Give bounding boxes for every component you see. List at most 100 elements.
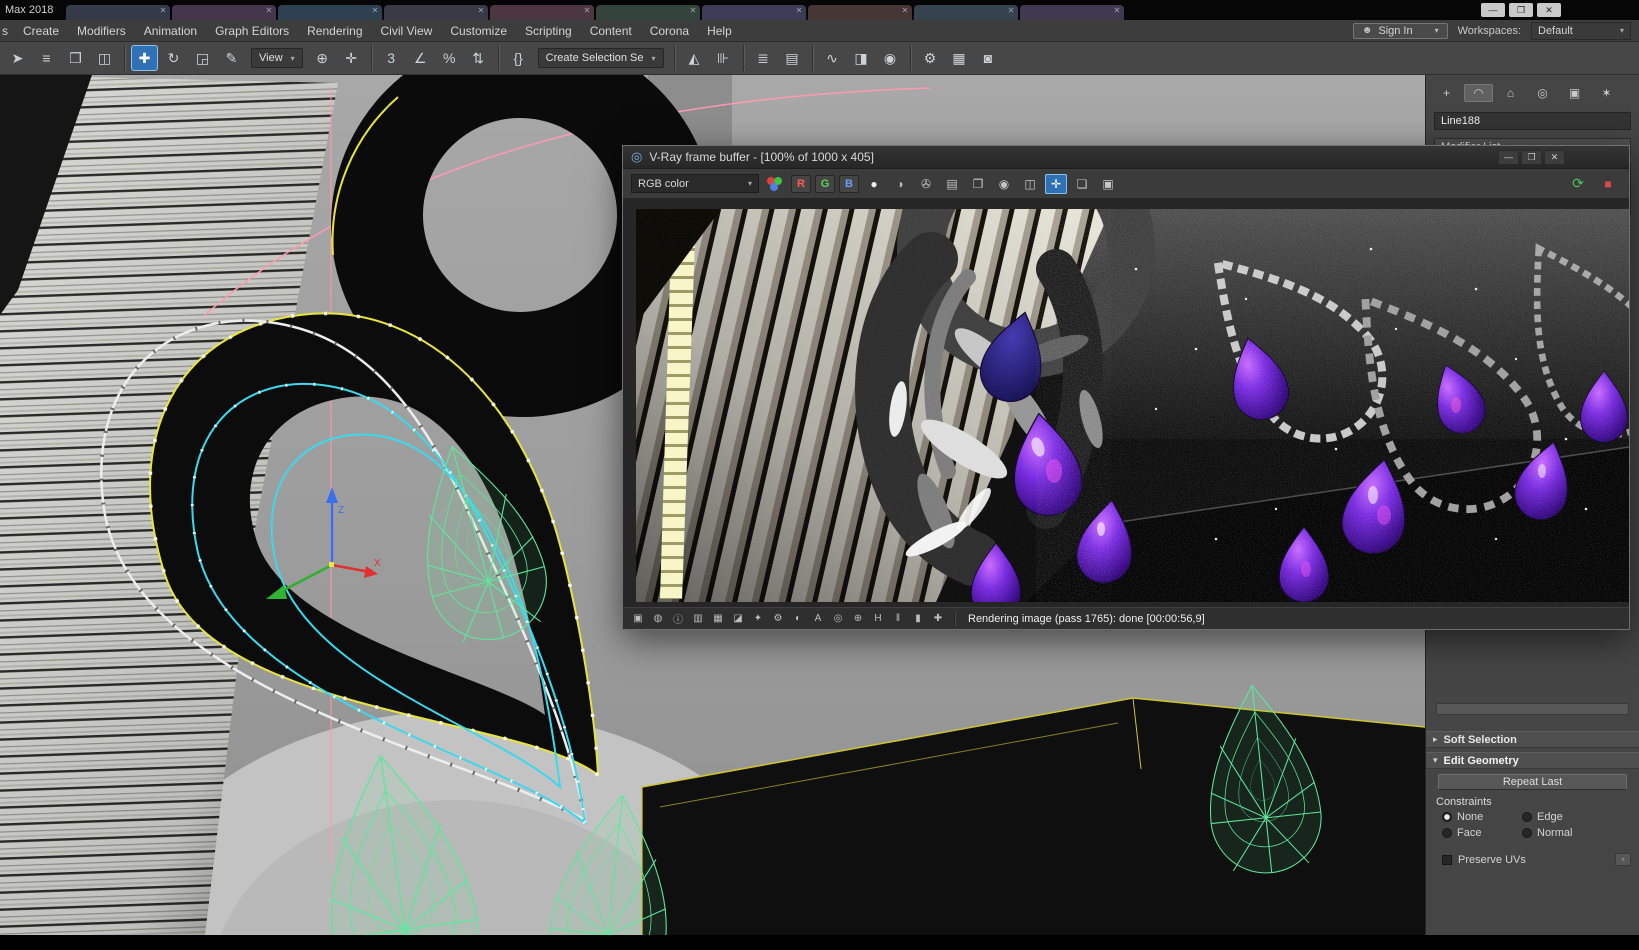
percent-snap-icon[interactable]: %	[436, 45, 463, 71]
menu-corona[interactable]: Corona	[641, 20, 698, 41]
background-tab[interactable]: ✕	[1020, 5, 1124, 20]
snap-3d-icon[interactable]: 3	[378, 45, 405, 71]
vfb-channel-dropdown[interactable]: RGB color ▾	[631, 174, 759, 193]
rotate-icon[interactable]: ↻	[160, 45, 187, 71]
preserve-uvs-settings-button[interactable]: ▫	[1615, 853, 1631, 866]
select-by-name-icon[interactable]: ≡	[33, 45, 60, 71]
background-tab[interactable]: ✕	[66, 5, 170, 20]
window-crossing-icon[interactable]: ◫	[91, 45, 118, 71]
align-icon[interactable]: ⊪	[710, 45, 737, 71]
constraint-normal-radio[interactable]: Normal	[1522, 827, 1639, 839]
tab-close-icon[interactable]: ✕	[266, 6, 273, 15]
radio-icon[interactable]	[1522, 828, 1532, 838]
vray-frame-buffer-window[interactable]: ◎ V-Ray frame buffer - [100% of 1000 x 4…	[622, 145, 1630, 630]
menu-modifiers[interactable]: Modifiers	[68, 20, 135, 41]
region-render-icon[interactable]: ❏	[1071, 174, 1093, 194]
workspace-dropdown[interactable]: Default ▾	[1531, 22, 1631, 40]
green-channel-button[interactable]: G	[815, 175, 835, 193]
background-tab[interactable]: ✕	[172, 5, 276, 20]
green-channel-view-icon[interactable]: ▦	[709, 610, 727, 627]
curve-editor-icon[interactable]: ∿	[819, 45, 846, 71]
spinner-snap-icon[interactable]: ⇅	[465, 45, 492, 71]
stop-render-icon[interactable]: ■	[1597, 174, 1619, 194]
alpha-channel-icon[interactable]: ●	[863, 174, 885, 194]
background-tab[interactable]: ✕	[278, 5, 382, 20]
object-name-field[interactable]: Line188	[1434, 112, 1631, 130]
radio-icon[interactable]	[1442, 812, 1452, 822]
pixel-probe-icon[interactable]: ⊕	[849, 610, 867, 627]
pause-icon[interactable]: ‖	[889, 610, 907, 627]
menu-content[interactable]: Content	[581, 20, 641, 41]
constraint-none-radio[interactable]: None	[1442, 811, 1522, 823]
aa-filter-icon[interactable]: A	[809, 610, 827, 627]
select-manipulate-icon[interactable]: ✛	[338, 45, 365, 71]
preserve-uvs-checkbox[interactable]	[1442, 855, 1452, 865]
soft-selection-rollout[interactable]: ▸ Soft Selection	[1426, 731, 1639, 748]
motion-tab-icon[interactable]: ◎	[1528, 84, 1557, 102]
render-production-icon[interactable]: ◙	[975, 45, 1002, 71]
background-tab[interactable]: ✕	[808, 5, 912, 20]
background-tab[interactable]: ✕	[384, 5, 488, 20]
menu-graph-editors[interactable]: Graph Editors	[206, 20, 298, 41]
vfb-titlebar[interactable]: ◎ V-Ray frame buffer - [100% of 1000 x 4…	[623, 146, 1629, 169]
mono-channel-icon[interactable]: ◑	[889, 174, 911, 194]
channel-set-icon[interactable]	[765, 174, 785, 194]
menu-create[interactable]: Create	[14, 20, 68, 41]
menu-help[interactable]: Help	[698, 20, 741, 41]
vfb-render-image[interactable]	[636, 209, 1629, 602]
scale-icon[interactable]: ◲	[189, 45, 216, 71]
select-object-icon[interactable]: ➤	[4, 45, 31, 71]
background-tab[interactable]: ✕	[914, 5, 1018, 20]
contrast-icon[interactable]: ◐	[789, 610, 807, 627]
rendered-frame-icon[interactable]: ▦	[946, 45, 973, 71]
menu-views-partial[interactable]: s	[0, 20, 14, 41]
tab-close-icon[interactable]: ✕	[902, 6, 909, 15]
edit-geometry-rollout[interactable]: ▾ Edit Geometry	[1426, 752, 1639, 769]
background-tab[interactable]: ✕	[702, 5, 806, 20]
use-pivot-center-icon[interactable]: ⊕	[309, 45, 336, 71]
tab-close-icon[interactable]: ✕	[796, 6, 803, 15]
history-icon[interactable]: H	[869, 610, 887, 627]
layer-manager-icon[interactable]: ≣	[750, 45, 777, 71]
compare-ab-icon[interactable]: ◫	[1019, 174, 1041, 194]
minimize-button[interactable]: —	[1481, 3, 1505, 17]
clipped-control[interactable]	[1436, 703, 1629, 715]
blue-channel-button[interactable]: B	[839, 175, 859, 193]
radio-icon[interactable]	[1522, 812, 1532, 822]
move-icon[interactable]: ✚	[131, 45, 158, 71]
menu-rendering[interactable]: Rendering	[298, 20, 371, 41]
vfb-minimize-button[interactable]: —	[1498, 150, 1519, 165]
duplicate-buffer-icon[interactable]: ◉	[993, 174, 1015, 194]
display-correction-icon[interactable]: ▣	[629, 610, 647, 627]
menu-scripting[interactable]: Scripting	[516, 20, 581, 41]
region-zoom-icon[interactable]: ✚	[929, 610, 947, 627]
save-image-icon[interactable]: ✇	[915, 174, 937, 194]
constraint-edge-radio[interactable]: Edge	[1522, 811, 1639, 823]
copy-clipboard-icon[interactable]: ❐	[967, 174, 989, 194]
tab-close-icon[interactable]: ✕	[690, 6, 697, 15]
background-tab[interactable]: ✕	[596, 5, 700, 20]
progress-icon[interactable]: ▮	[909, 610, 927, 627]
tab-close-icon[interactable]: ✕	[1114, 6, 1121, 15]
sign-in-button[interactable]: ☻ Sign In ▾	[1353, 23, 1448, 39]
vfb-close-button[interactable]: ✕	[1544, 150, 1565, 165]
named-selection-set-dropdown[interactable]: Create Selection Se ▾	[538, 48, 664, 68]
select-place-icon[interactable]: ✎	[218, 45, 245, 71]
menu-customize[interactable]: Customize	[441, 20, 516, 41]
material-editor-icon[interactable]: ◉	[877, 45, 904, 71]
exposure-icon[interactable]: ✦	[749, 610, 767, 627]
refresh-render-icon[interactable]: ⟳	[1567, 174, 1589, 194]
modify-tab-icon[interactable]: ◠	[1464, 84, 1493, 102]
angle-snap-icon[interactable]: ∠	[407, 45, 434, 71]
ribbon-icon[interactable]: ▤	[779, 45, 806, 71]
pixel-information-icon[interactable]: ▣	[1097, 174, 1119, 194]
background-tab[interactable]: ✕	[490, 5, 594, 20]
tab-close-icon[interactable]: ✕	[160, 6, 167, 15]
repeat-last-button[interactable]: Repeat Last	[1438, 774, 1627, 790]
vfb-maximize-button[interactable]: ❐	[1521, 150, 1542, 165]
settings-icon[interactable]: ⚙	[769, 610, 787, 627]
blue-channel-view-icon[interactable]: ◪	[729, 610, 747, 627]
magnifier-icon[interactable]: ◎	[829, 610, 847, 627]
reference-coordinate-dropdown[interactable]: View ▾	[251, 48, 303, 68]
open-image-icon[interactable]: ▤	[941, 174, 963, 194]
